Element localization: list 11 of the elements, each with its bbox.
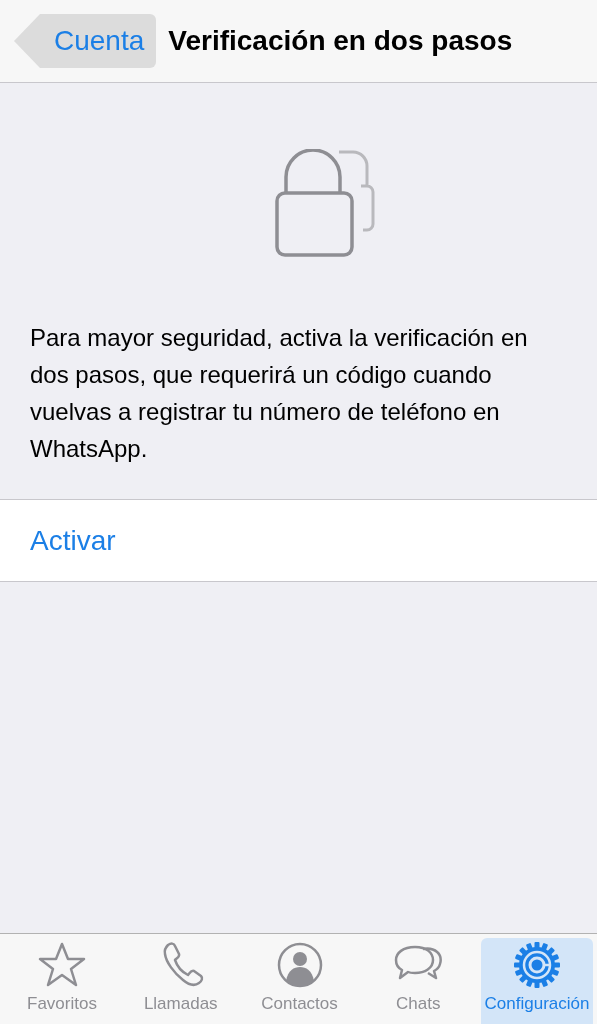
tab[interactable]: Chats xyxy=(362,938,475,1024)
padlock-icon xyxy=(274,149,375,259)
tab[interactable]: Contactos xyxy=(243,938,356,1024)
back-button[interactable]: Cuenta xyxy=(14,14,157,68)
gear-icon xyxy=(512,940,562,990)
activate-button[interactable]: Activar xyxy=(30,524,116,557)
tab[interactable]: Favoritos xyxy=(6,938,118,1024)
screen-title: Verificación en dos pasos xyxy=(168,25,513,57)
tab[interactable]: Configuración xyxy=(481,938,593,1024)
description-text: Para mayor seguridad, activa la verificación en dos pasos, que requerirá un código cuando vuelvas a registrar tu número de teléfono en WhatsApp. xyxy=(29,323,529,464)
tab[interactable]: Llamadas xyxy=(124,938,237,1024)
